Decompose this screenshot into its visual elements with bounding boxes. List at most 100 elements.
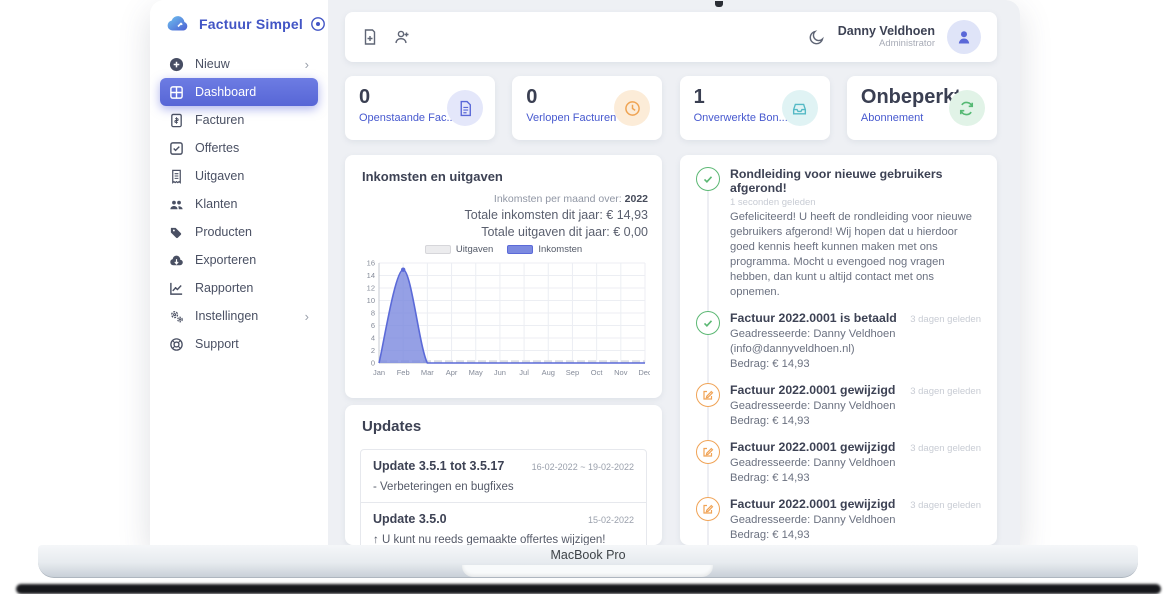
notification-body: Gefeliciteerd! U heeft de rondleiding vo… bbox=[730, 210, 981, 300]
svg-text:Apr: Apr bbox=[446, 368, 458, 377]
check-square-icon bbox=[169, 141, 184, 156]
notification-body: Geadresseerde: Danny Veldhoen Bedrag: € … bbox=[730, 513, 981, 543]
update-title: Update 3.5.0 bbox=[373, 512, 580, 526]
income-expense-chart-card: Inkomsten en uitgaven Inkomsten per maan… bbox=[345, 155, 662, 398]
inbox-icon bbox=[782, 90, 818, 126]
life-ring-icon bbox=[169, 337, 184, 352]
file-icon bbox=[447, 90, 483, 126]
sidebar-menu: Nieuw › Dashboard › Facturen › Offertes … bbox=[160, 50, 318, 358]
updates-list: Update 3.5.1 tot 3.5.17 16-02-2022 ~ 19-… bbox=[360, 449, 647, 545]
sidebar-item-instellingen[interactable]: Instellingen › bbox=[160, 302, 318, 330]
receipt-icon bbox=[169, 169, 184, 184]
update-date: 15-02-2022 bbox=[588, 515, 634, 525]
avatar[interactable] bbox=[947, 20, 981, 54]
update-title: Update 3.5.1 tot 3.5.17 bbox=[373, 459, 524, 473]
svg-text:Sep: Sep bbox=[566, 368, 579, 377]
area-chart: JanFebMarAprMayJunJulAugSepOctNovDec0246… bbox=[357, 257, 650, 389]
page-background: Factuur Simpel Nieuw › Dashboard bbox=[0, 0, 1175, 594]
edit-icon bbox=[696, 440, 720, 464]
sidebar-item-exporteren[interactable]: Exporteren › bbox=[160, 246, 318, 274]
sidebar-item-facturen[interactable]: Facturen › bbox=[160, 106, 318, 134]
update-body: ↑ U kunt nu reeds gemaakte offertes wijz… bbox=[373, 534, 634, 545]
notification-item: Factuur 2022.0001 gewijzigd 3 dagen gele… bbox=[696, 440, 981, 486]
cloud-logo-icon bbox=[166, 15, 192, 32]
update-date: 16-02-2022 ~ 19-02-2022 bbox=[532, 462, 634, 472]
plus-circle-icon bbox=[169, 57, 184, 72]
sidebar-item-uitgaven[interactable]: Uitgaven › bbox=[160, 162, 318, 190]
trackpad-notch bbox=[462, 565, 713, 577]
svg-text:Mar: Mar bbox=[421, 368, 434, 377]
sidebar-item-dashboard[interactable]: Dashboard › bbox=[160, 78, 318, 106]
legend-swatch-uitgaven bbox=[425, 245, 451, 254]
notification-item: Rondleiding voor nieuwe gebruikers afger… bbox=[696, 167, 981, 300]
sidebar-item-nieuw[interactable]: Nieuw › bbox=[160, 50, 318, 78]
target-icon[interactable] bbox=[310, 16, 326, 32]
dark-mode-moon-icon[interactable] bbox=[808, 28, 826, 46]
svg-text:14: 14 bbox=[367, 271, 375, 280]
notifications-list: Rondleiding voor nieuwe gebruikers afger… bbox=[696, 167, 981, 545]
chart-icon bbox=[169, 281, 184, 296]
svg-text:10: 10 bbox=[367, 296, 375, 305]
svg-text:6: 6 bbox=[371, 321, 375, 330]
laptop-shadow bbox=[16, 584, 1161, 594]
notification-title: Factuur 2022.0001 is betaald bbox=[730, 311, 904, 325]
edit-icon bbox=[696, 383, 720, 407]
brand: Factuur Simpel bbox=[166, 15, 316, 32]
edit-icon bbox=[696, 497, 720, 521]
sidebar-item-producten[interactable]: Producten › bbox=[160, 218, 318, 246]
new-document-icon[interactable] bbox=[361, 28, 379, 46]
invoice-icon bbox=[169, 113, 184, 128]
notification-title: Rondleiding voor nieuwe gebruikers afger… bbox=[730, 167, 981, 195]
total-income-line: Totale inkomsten dit jaar: € 14,93 bbox=[465, 208, 648, 222]
user-name: Danny Veldhoen bbox=[838, 24, 935, 38]
user-info: Danny Veldhoen Administrator bbox=[838, 24, 935, 49]
chart-year: 2022 bbox=[625, 193, 648, 205]
add-user-icon[interactable] bbox=[393, 28, 411, 46]
svg-text:Jan: Jan bbox=[373, 368, 385, 377]
notifications-card: Rondleiding voor nieuwe gebruikers afger… bbox=[680, 155, 997, 545]
sidebar-item-offertes[interactable]: Offertes › bbox=[160, 134, 318, 162]
sidebar-item-support[interactable]: Support › bbox=[160, 330, 318, 358]
notification-time: 1 seconden geleden bbox=[730, 197, 981, 208]
notification-body: Geadresseerde: Danny Veldhoen Bedrag: € … bbox=[730, 399, 981, 429]
notification-item: Factuur 2022.0001 is betaald 3 dagen gel… bbox=[696, 311, 981, 372]
check-icon bbox=[696, 311, 720, 335]
update-item: Update 3.5.0 15-02-2022 ↑ U kunt nu reed… bbox=[361, 502, 646, 545]
main-content: Danny Veldhoen Administrator 0 Openstaan… bbox=[328, 0, 1020, 545]
chart-legend: Uitgaven Inkomsten bbox=[345, 244, 662, 255]
gears-icon bbox=[169, 309, 184, 324]
notification-title: Factuur 2022.0001 gewijzigd bbox=[730, 440, 904, 454]
svg-text:4: 4 bbox=[371, 334, 375, 343]
topbar: Danny Veldhoen Administrator bbox=[345, 12, 997, 62]
svg-text:12: 12 bbox=[367, 284, 375, 293]
laptop-base: MacBook Pro bbox=[38, 545, 1138, 578]
notification-title: Factuur 2022.0001 gewijzigd bbox=[730, 497, 904, 511]
svg-text:Dec: Dec bbox=[638, 368, 650, 377]
stat-card[interactable]: Onbeperkt Abonnement bbox=[847, 76, 997, 140]
sidebar-item-rapporten[interactable]: Rapporten › bbox=[160, 274, 318, 302]
svg-text:Jul: Jul bbox=[519, 368, 529, 377]
cloud-download-icon bbox=[169, 253, 184, 268]
total-expense-line: Totale uitgaven dit jaar: € 0,00 bbox=[465, 225, 648, 239]
notification-title: Factuur 2022.0001 gewijzigd bbox=[730, 383, 904, 397]
notification-time: 3 dagen geleden bbox=[910, 314, 981, 325]
update-body: - Verbeteringen en bugfixes bbox=[373, 481, 634, 493]
chart-title: Inkomsten en uitgaven bbox=[362, 169, 503, 184]
notification-time: 3 dagen geleden bbox=[910, 386, 981, 397]
updates-card: Updates Update 3.5.1 tot 3.5.17 16-02-20… bbox=[345, 405, 662, 545]
svg-text:0: 0 bbox=[371, 359, 375, 368]
notification-item: Factuur 2022.0001 gewijzigd 3 dagen gele… bbox=[696, 497, 981, 543]
stat-card[interactable]: 0 Verlopen Facturen bbox=[512, 76, 662, 140]
stat-card[interactable]: 0 Openstaande Fac... bbox=[345, 76, 495, 140]
notification-body: Geadresseerde: Danny Veldhoen (info@dann… bbox=[730, 327, 981, 372]
sync-icon bbox=[949, 90, 985, 126]
stat-card[interactable]: 1 Onverwerkte Bon... bbox=[680, 76, 830, 140]
legend-swatch-inkomsten bbox=[507, 245, 533, 254]
svg-text:Nov: Nov bbox=[614, 368, 628, 377]
svg-text:Oct: Oct bbox=[591, 368, 604, 377]
sidebar-item-klanten[interactable]: Klanten › bbox=[160, 190, 318, 218]
grid-icon bbox=[169, 85, 184, 100]
notification-time: 3 dagen geleden bbox=[910, 500, 981, 511]
notification-item: Factuur 2022.0001 gewijzigd 3 dagen gele… bbox=[696, 383, 981, 429]
camera-notch bbox=[715, 1, 723, 7]
